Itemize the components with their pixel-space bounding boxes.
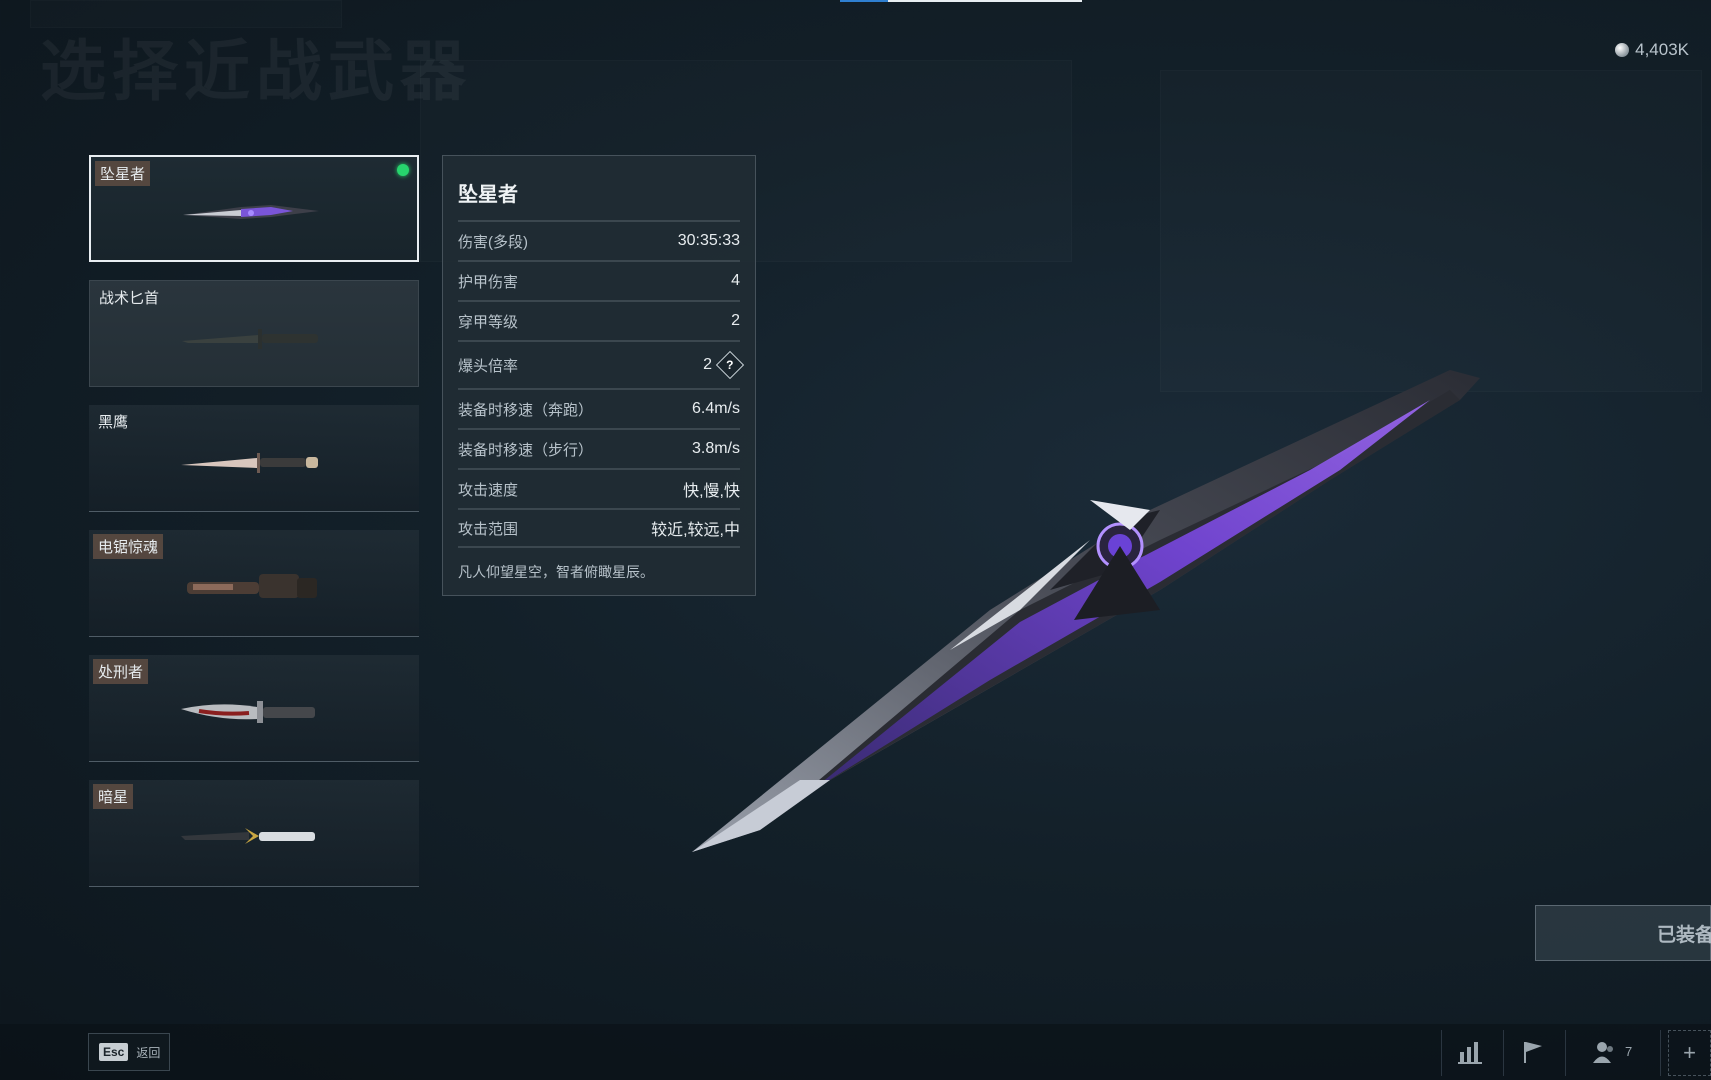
stat-value: 30:35:33 bbox=[677, 232, 740, 249]
weapon-name: 处刑者 bbox=[93, 659, 149, 684]
divider bbox=[1441, 1030, 1442, 1076]
divider bbox=[1660, 1030, 1661, 1076]
currency-display: 4,403K bbox=[1615, 40, 1689, 60]
weapon-thumbnail bbox=[182, 329, 318, 349]
equipped-button-label: 已装备 bbox=[1656, 924, 1711, 946]
active-tab-segment bbox=[840, 0, 888, 2]
party-icon[interactable] bbox=[1590, 1038, 1618, 1066]
currency-value: 4,403K bbox=[1635, 40, 1689, 59]
stat-label: 穿甲等级 bbox=[458, 313, 519, 331]
stat-row: 穿甲等级 2 bbox=[458, 300, 740, 340]
weapon-name: 黑鹰 bbox=[98, 414, 129, 431]
weapon-name: 坠星者 bbox=[95, 161, 151, 186]
page-title: 选择近战武器 bbox=[40, 34, 472, 108]
party-count: 7 bbox=[1625, 1044, 1633, 1059]
stat-value: 4 bbox=[731, 272, 740, 289]
weapon-card-black-hawk[interactable]: 黑鹰 bbox=[89, 405, 419, 512]
weapon-3d-preview[interactable] bbox=[690, 360, 1570, 870]
divider bbox=[1565, 1030, 1566, 1076]
stat-label: 装备时移速（奔跑） bbox=[458, 401, 594, 419]
weapon-name: 战术匕首 bbox=[99, 290, 160, 307]
weapon-card-tactical-dagger[interactable]: 战术匕首 bbox=[89, 280, 419, 387]
weapon-name: 暗星 bbox=[93, 784, 134, 809]
stat-row: 伤害(多段) 30:35:33 bbox=[458, 220, 740, 260]
flag-icon[interactable] bbox=[1518, 1038, 1546, 1066]
weapon-description: 凡人仰望星空，智者俯瞰星辰。 bbox=[458, 564, 654, 580]
stat-label: 护甲伤害 bbox=[458, 273, 519, 291]
stat-value: 2 bbox=[731, 312, 740, 329]
weapon-list: 坠星者 战术匕首 黑鹰 电锯惊魂 处刑者 暗星 bbox=[89, 155, 421, 905]
plus-icon: + bbox=[1683, 1040, 1696, 1065]
stat-label: 伤害(多段) bbox=[458, 233, 528, 251]
equipped-indicator bbox=[397, 164, 409, 176]
divider bbox=[1503, 1030, 1504, 1076]
weapon-card-dark-star[interactable]: 暗星 bbox=[89, 780, 419, 887]
back-label: 返回 bbox=[136, 1045, 161, 1060]
weapon-card-falling-star[interactable]: 坠星者 bbox=[89, 155, 419, 262]
stats-icon[interactable] bbox=[1456, 1038, 1484, 1066]
add-party-button[interactable]: + bbox=[1668, 1030, 1711, 1076]
top-tab-indicator bbox=[840, 0, 1082, 2]
equipped-button[interactable]: 已装备 bbox=[1535, 905, 1711, 961]
weapon-name: 电锯惊魂 bbox=[93, 534, 164, 559]
stat-label: 装备时移速（步行） bbox=[458, 441, 594, 459]
back-button[interactable]: Esc 返回 bbox=[88, 1033, 170, 1071]
stat-row: 护甲伤害 4 bbox=[458, 260, 740, 300]
weapon-thumbnail bbox=[183, 205, 319, 219]
bg-panel bbox=[1160, 70, 1702, 392]
weapon-thumbnail bbox=[181, 828, 315, 844]
weapon-card-executioner[interactable]: 处刑者 bbox=[89, 655, 419, 762]
coin-icon bbox=[1615, 43, 1630, 57]
bottom-bar bbox=[0, 1024, 1711, 1080]
stat-label: 攻击范围 bbox=[458, 520, 519, 538]
stats-weapon-name: 坠星者 bbox=[458, 184, 518, 206]
stat-label: 爆头倍率 bbox=[458, 357, 519, 375]
weapon-card-chainsaw[interactable]: 电锯惊魂 bbox=[89, 530, 419, 637]
esc-key-badge: Esc bbox=[99, 1043, 129, 1061]
weapon-thumbnail bbox=[187, 574, 317, 598]
weapon-thumbnail bbox=[181, 701, 315, 723]
weapon-thumbnail bbox=[181, 453, 318, 473]
stat-label: 攻击速度 bbox=[458, 481, 519, 499]
